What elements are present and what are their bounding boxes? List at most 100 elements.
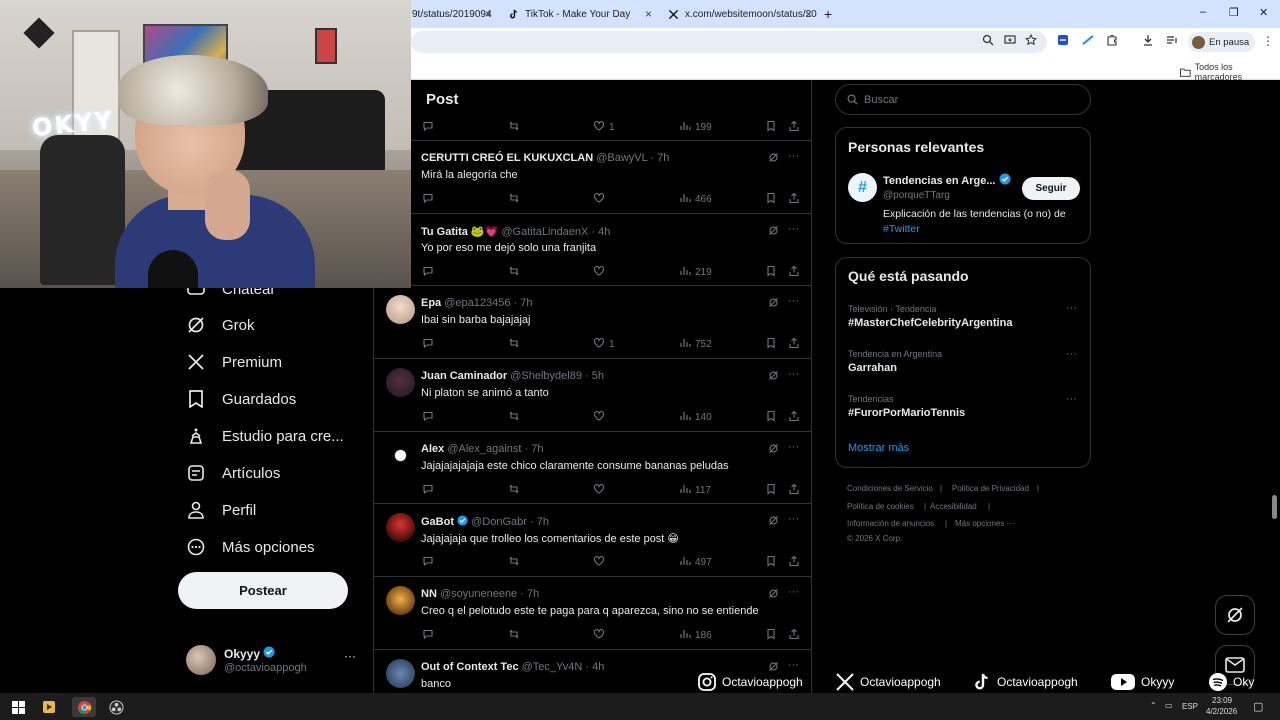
repost-action[interactable] (508, 120, 520, 135)
reply-item[interactable]: 1 199 (374, 114, 811, 141)
bookmark-action[interactable] (765, 192, 777, 207)
reply-item[interactable]: Alex @Alex_against · 7h ··· Jajajajajajaj… (374, 432, 811, 504)
reply-item[interactable]: GaBot @DonGabr · 7h ··· Jajajajaja que tr… (374, 504, 811, 577)
post-time[interactable]: · 7h (530, 516, 549, 528)
share-action[interactable] (788, 483, 800, 498)
tray-network-icon[interactable]: ▭ (1165, 701, 1173, 710)
browser-tab[interactable]: TikTok - Make Your Day × (508, 4, 652, 24)
tab-close-icon[interactable]: × (485, 7, 492, 21)
extension-icon[interactable] (1057, 34, 1069, 49)
bookmark-action[interactable] (765, 410, 777, 425)
search-input[interactable]: Buscar (835, 84, 1091, 115)
like-action[interactable]: 1 (593, 337, 615, 352)
avatar[interactable] (386, 441, 415, 470)
extensions-puzzle-icon[interactable] (1106, 34, 1118, 49)
bookmark-action[interactable] (765, 265, 777, 280)
repost-action[interactable] (508, 265, 520, 280)
avatar[interactable] (386, 295, 415, 324)
browser-menu-icon[interactable]: ⋮ (1262, 34, 1274, 48)
reply-item[interactable]: Juan Caminador @Shelbydel89 · 5h ··· Ni p… (374, 359, 811, 432)
views-action[interactable]: 140 (679, 410, 712, 425)
trend-more-icon[interactable]: ··· (1066, 393, 1077, 405)
bookmark-action[interactable] (765, 628, 777, 643)
bookmark-action[interactable] (765, 337, 777, 352)
like-action[interactable]: 1 (593, 120, 615, 135)
show-more-link[interactable]: Mostrar más (848, 442, 909, 454)
clock-time[interactable]: 23:09 (1212, 696, 1232, 705)
nav-item-creator-studio[interactable]: Estudio para cre... (186, 421, 344, 451)
account-more-icon[interactable]: ··· (344, 649, 356, 663)
post-time[interactable]: · 7h (525, 443, 544, 455)
author-handle[interactable]: @DonGabr (471, 516, 527, 528)
author-handle[interactable]: @Tec_Yv4N (522, 661, 583, 673)
address-bar[interactable] (411, 31, 1047, 53)
nav-item-premium[interactable]: Premium (186, 347, 282, 377)
repost-action[interactable] (508, 555, 520, 570)
more-options-icon[interactable]: ··· (788, 441, 799, 453)
more-options-icon[interactable]: ··· (788, 368, 799, 380)
language-indicator[interactable]: ESP (1182, 702, 1198, 711)
bookmark-action[interactable] (765, 483, 777, 498)
nav-item-articles[interactable]: Artículos (186, 458, 280, 488)
post-time[interactable]: · 5h (585, 370, 604, 382)
ads-info-link[interactable]: Información de anuncios (847, 519, 934, 528)
install-app-icon[interactable] (1004, 34, 1016, 49)
restore-button[interactable]: ❐ (1229, 6, 1239, 19)
notification-icon[interactable]: ▢ (1253, 700, 1263, 713)
more-options-icon[interactable]: ··· (788, 150, 799, 162)
repost-action[interactable] (508, 192, 520, 207)
grok-explain-icon[interactable] (768, 297, 779, 311)
post-time[interactable]: · 4h (585, 661, 604, 673)
tab-close-icon[interactable]: × (645, 7, 652, 21)
post-time[interactable]: · 7h (520, 588, 539, 600)
bookmark-action[interactable] (765, 555, 777, 570)
browser-tab[interactable]: x.com/websitemoon/status/20 × (668, 4, 817, 24)
more-options-icon[interactable]: ··· (788, 223, 799, 235)
more-options-icon[interactable]: ··· (788, 295, 799, 307)
author-name[interactable]: GaBot (421, 516, 454, 528)
account-switcher[interactable]: Okyyy @octavioappogh ··· (186, 645, 361, 679)
avatar[interactable] (386, 513, 415, 542)
bio-hashtag-link[interactable]: #Twitter (883, 223, 920, 235)
trend-more-icon[interactable]: ··· (1066, 348, 1077, 360)
avatar[interactable] (386, 586, 415, 615)
grok-explain-icon[interactable] (768, 370, 779, 384)
repost-action[interactable] (508, 628, 520, 643)
more-options-link[interactable]: Más opciones ··· (955, 519, 1015, 528)
windows-start-icon[interactable] (8, 697, 28, 717)
grok-explain-icon[interactable] (768, 152, 779, 166)
reply-item[interactable]: Tu Gatita 🐸💗 @GatitaLindaenX · 4h ··· Yo … (374, 214, 811, 286)
author-handle[interactable]: @BawyVL (596, 152, 647, 164)
share-action[interactable] (788, 628, 800, 643)
relevant-account-name[interactable]: Tendencias en Arge... (883, 175, 995, 187)
new-tab-button[interactable]: + (824, 4, 832, 24)
views-action[interactable]: 199 (679, 120, 712, 135)
reply-action[interactable] (422, 337, 434, 352)
reply-action[interactable] (422, 483, 434, 498)
author-name[interactable]: Alex (421, 443, 444, 455)
grok-explain-icon[interactable] (768, 588, 779, 602)
media-control-icon[interactable] (1166, 34, 1178, 49)
follow-button[interactable]: Seguir (1022, 177, 1080, 200)
share-action[interactable] (788, 410, 800, 425)
author-handle[interactable]: @Shelbydel89 (510, 370, 582, 382)
author-name[interactable]: Tu Gatita 🐸💗 (421, 226, 498, 238)
reply-item[interactable]: Epa @epa123456 · 7h ··· Ibai sin barba ba… (374, 286, 811, 359)
more-options-icon[interactable]: ··· (788, 513, 799, 525)
reply-item[interactable]: NN @soyuneneene · 7h ··· Creo q el pelotu… (374, 577, 811, 650)
download-icon[interactable] (1142, 34, 1154, 49)
author-name[interactable]: NN (421, 588, 437, 600)
nav-item-bookmarks[interactable]: Guardados (186, 384, 296, 414)
share-action[interactable] (788, 555, 800, 570)
repost-action[interactable] (508, 410, 520, 425)
page-scrollbar[interactable] (1272, 495, 1277, 519)
media-player-icon[interactable] (39, 697, 59, 717)
post-time[interactable]: · 4h (591, 226, 610, 238)
avatar[interactable] (386, 368, 415, 397)
avatar[interactable] (386, 659, 415, 688)
close-window-button[interactable]: ✕ (1259, 6, 1268, 19)
grok-explain-icon[interactable] (768, 225, 779, 239)
clock-date[interactable]: 4/2/2026 (1206, 707, 1237, 716)
author-name[interactable]: Out of Context Tec (421, 661, 519, 673)
post-time[interactable]: · 7h (514, 297, 533, 309)
